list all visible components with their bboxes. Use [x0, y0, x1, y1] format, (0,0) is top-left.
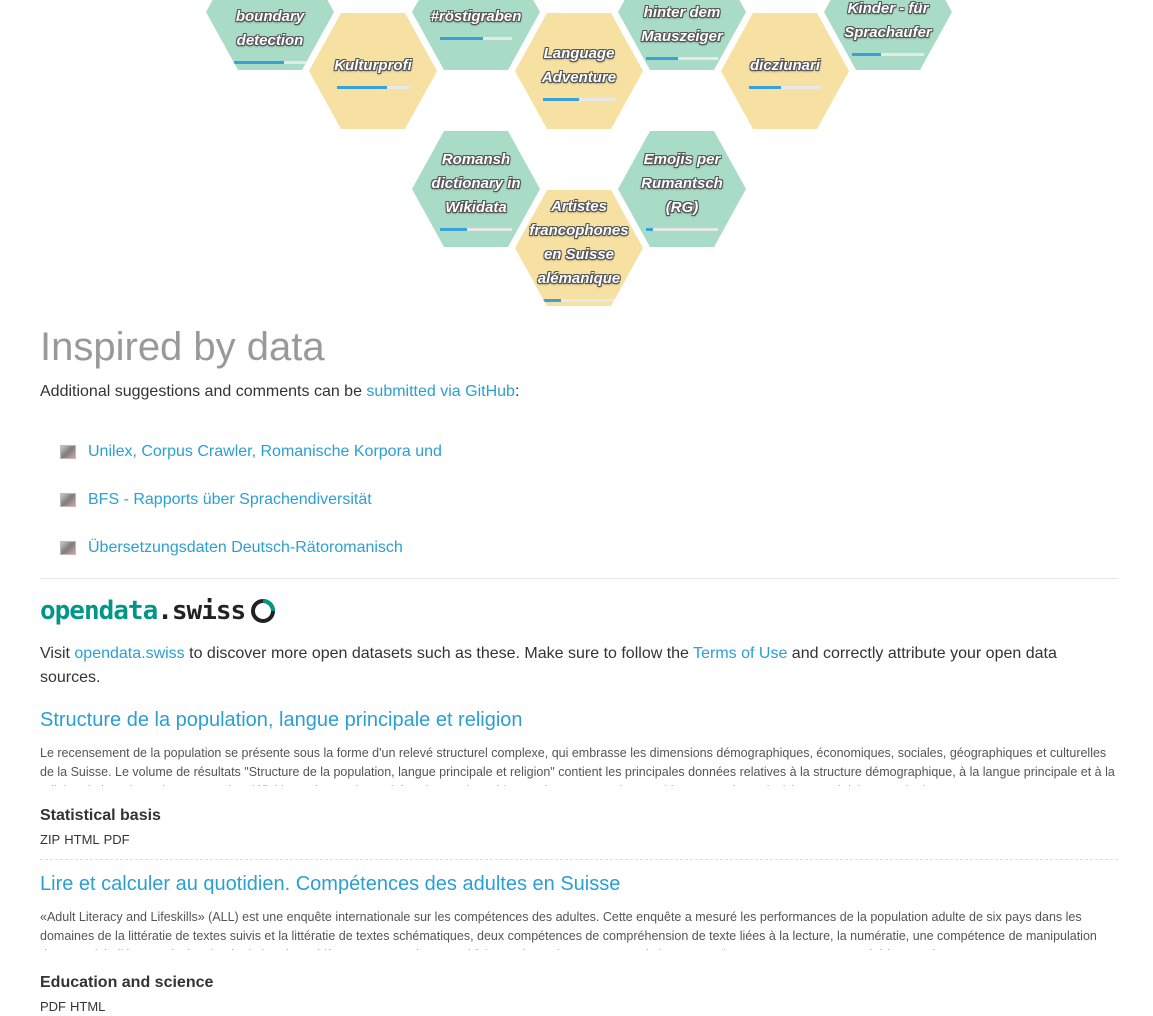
project-progress-bar — [543, 97, 615, 101]
project-hex[interactable]: Romansh dictionary in Wikidata — [412, 131, 540, 247]
dataset-category: Education and science — [40, 974, 214, 991]
project-hex[interactable]: Language Adventure — [515, 13, 643, 129]
dataset-thumbnail-icon — [60, 445, 76, 459]
project-hex[interactable]: dicziunari — [721, 13, 849, 129]
dataset-category: Statistical basis — [40, 807, 161, 824]
format-badge[interactable]: PDF — [104, 832, 130, 847]
section-divider — [40, 578, 1118, 579]
section-heading-inspired: Inspired by data — [40, 325, 325, 369]
project-title: Kinder - für Sprachaufer — [844, 0, 932, 41]
dataset-description: «Adult Literacy and Lifeskills» (ALL) es… — [40, 910, 1097, 950]
opendata-visit-text: Visit opendata.swiss to discover more op… — [40, 645, 1057, 686]
project-title: Kulturprofi — [334, 56, 412, 74]
project-progress-bar — [543, 298, 615, 302]
project-hex[interactable]: Artistes francophones en Suisse alémaniq… — [515, 190, 643, 306]
dataset-link[interactable]: Unilex, Corpus Crawler, Romanische Korpo… — [88, 441, 442, 463]
project-progress-bar — [646, 227, 718, 231]
list-item: Übersetzungsdaten Deutsch-Rätoromanisch — [60, 524, 442, 572]
inspired-intro: Additional suggestions and comments can … — [40, 383, 520, 400]
project-title: dicziunari — [749, 56, 820, 74]
project-progress-bar — [337, 85, 409, 89]
dataset-link[interactable]: Übersetzungsdaten Deutsch-Rätoromanisch — [88, 537, 403, 559]
dataset-entry: Structure de la population, langue princ… — [40, 706, 1118, 860]
terms-of-use-link[interactable]: Terms of Use — [693, 645, 787, 662]
format-badge[interactable]: HTML — [64, 832, 99, 847]
project-progress-bar — [234, 60, 306, 64]
project-progress-bar — [646, 56, 718, 60]
project-title: boundary detection — [235, 7, 305, 49]
github-submit-link[interactable]: submitted via GitHub — [366, 383, 515, 400]
project-progress-bar — [440, 36, 512, 40]
project-hex[interactable]: boundary detection — [206, 0, 334, 70]
dataset-description: Le recensement de la population se prése… — [40, 746, 1115, 786]
list-item: Unilex, Corpus Crawler, Romanische Korpo… — [60, 428, 442, 476]
project-title: #röstigraben — [430, 7, 522, 25]
project-hex-grid: boundary detection #röstigraben Wörterbu… — [0, 0, 1153, 310]
project-hex[interactable]: Kulturprofi — [309, 13, 437, 129]
dataset-title-link[interactable]: Lire et calculer au quotidien. Compétenc… — [40, 873, 620, 895]
dataset-formats: PDF HTML — [40, 998, 1118, 1016]
project-hex[interactable]: Kinder - für Sprachaufer — [824, 0, 952, 70]
dataset-thumbnail-icon — [60, 493, 76, 507]
project-progress-bar — [852, 52, 924, 56]
dataset-formats: ZIP HTML PDF — [40, 831, 1118, 849]
dataset-thumbnail-icon — [60, 541, 76, 555]
project-title: Wörterbuch hinter dem Mauszeiger — [641, 3, 723, 45]
project-title: Language Adventure — [541, 44, 617, 86]
project-hex[interactable]: #röstigraben — [412, 0, 540, 70]
project-progress-bar — [749, 85, 821, 89]
project-hex[interactable]: Emojis per Rumantsch (RG) — [618, 131, 746, 247]
dataset-link-list: Unilex, Corpus Crawler, Romanische Korpo… — [60, 428, 442, 572]
opendata-logo[interactable]: opendata .swiss — [40, 594, 277, 628]
opendata-ring-icon — [251, 599, 276, 623]
project-title: Emojis per Rumantsch (RG) — [641, 150, 723, 216]
format-badge[interactable]: ZIP — [40, 832, 60, 847]
dataset-entry: Lire et calculer au quotidien. Compétenc… — [40, 870, 1118, 1016]
opendata-link[interactable]: opendata.swiss — [74, 645, 184, 662]
list-item: BFS - Rapports über Sprachendiversität — [60, 476, 442, 524]
dataset-title-link[interactable]: Structure de la population, langue princ… — [40, 709, 523, 731]
project-hex[interactable]: Wörterbuch hinter dem Mauszeiger — [618, 0, 746, 70]
dataset-link[interactable]: BFS - Rapports über Sprachendiversität — [88, 489, 372, 511]
project-title: Romansh dictionary in Wikidata — [431, 150, 521, 216]
project-title: Artistes francophones en Suisse alémaniq… — [529, 197, 629, 287]
project-progress-bar — [440, 227, 512, 231]
